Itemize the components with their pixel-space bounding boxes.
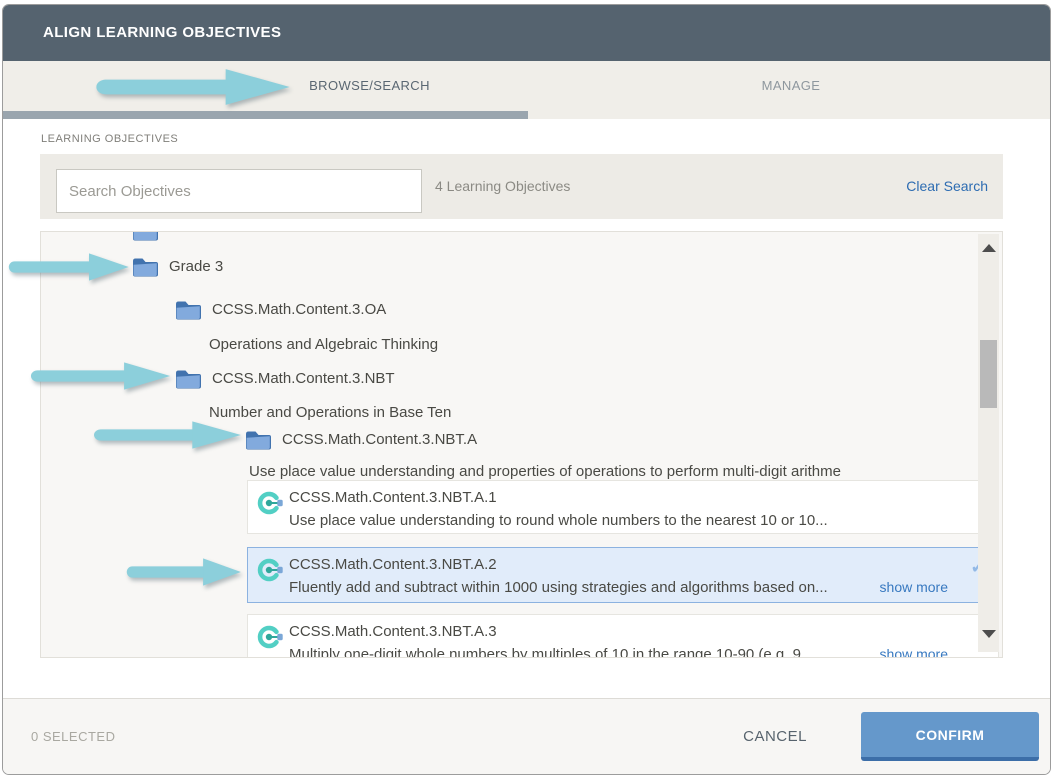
search-band: 4 Learning Objectives Clear Search xyxy=(40,154,1003,219)
tab-bar: BROWSE/SEARCH MANAGE xyxy=(3,61,1050,119)
tree-node-label: CCSS.Math.Content.3.NBT xyxy=(212,370,395,387)
scrollbar[interactable] xyxy=(978,234,999,652)
learning-objective-icon xyxy=(257,557,284,583)
scrollbar-down-arrow[interactable] xyxy=(982,630,996,638)
scrollbar-thumb[interactable] xyxy=(980,340,997,408)
tree-node-nbt[interactable]: CCSS.Math.Content.3.NBT xyxy=(175,367,395,390)
objective-card-nbta3[interactable]: CCSS.Math.Content.3.NBT.A.3 Multiply one… xyxy=(247,614,999,658)
search-input[interactable] xyxy=(56,169,422,213)
objective-description: Multiply one-digit whole numbers by mult… xyxy=(289,646,838,658)
show-more-link[interactable]: show more xyxy=(880,646,948,658)
folder-icon xyxy=(175,298,202,321)
cancel-button[interactable]: CANCEL xyxy=(743,699,807,775)
show-more-link[interactable]: show more xyxy=(880,579,948,595)
tree-node-label: CCSS.Math.Content.3.OA xyxy=(212,301,386,318)
tab-browse-search-label: BROWSE/SEARCH xyxy=(309,78,430,93)
objective-card-nbta1[interactable]: CCSS.Math.Content.3.NBT.A.1 Use place va… xyxy=(247,480,999,534)
folder-icon xyxy=(175,367,202,390)
tree-node-label: CCSS.Math.Content.3.NBT.A xyxy=(282,431,477,448)
scrollbar-up-arrow[interactable] xyxy=(982,244,996,252)
selected-count: 0 SELECTED xyxy=(31,699,115,775)
folder-icon xyxy=(132,255,159,278)
active-tab-underline xyxy=(3,111,528,119)
tab-manage[interactable]: MANAGE xyxy=(530,61,1051,111)
dialog-title: ALIGN LEARNING OBJECTIVES xyxy=(43,5,281,61)
learning-objective-icon xyxy=(257,490,284,516)
folder-icon xyxy=(132,231,159,247)
objective-card-nbta2[interactable]: CCSS.Math.Content.3.NBT.A.2 Fluently add… xyxy=(247,547,999,603)
tree-node-nbta[interactable]: CCSS.Math.Content.3.NBT.A xyxy=(245,428,477,451)
objective-code: CCSS.Math.Content.3.NBT.A.2 xyxy=(289,556,497,573)
tree-node-description: Use place value understanding and proper… xyxy=(249,463,997,480)
dialog-footer: 0 SELECTED CANCEL CONFIRM xyxy=(3,698,1050,774)
section-label: LEARNING OBJECTIVES xyxy=(41,133,178,145)
dialog-header: ALIGN LEARNING OBJECTIVES xyxy=(3,5,1050,61)
tree-node-grade-3[interactable]: Grade 3 xyxy=(132,255,223,278)
tree-node-label: Grade 3 xyxy=(169,258,223,275)
confirm-button[interactable]: CONFIRM xyxy=(861,712,1039,761)
learning-objective-icon xyxy=(257,624,284,650)
folder-icon xyxy=(245,428,272,451)
objective-code: CCSS.Math.Content.3.NBT.A.1 xyxy=(289,489,497,506)
results-count: 4 Learning Objectives xyxy=(435,154,570,219)
tree-node-description: Number and Operations in Base Ten xyxy=(209,404,451,421)
tree-node-oa[interactable]: CCSS.Math.Content.3.OA xyxy=(175,298,386,321)
objective-description: Use place value understanding to round w… xyxy=(289,512,828,529)
align-objectives-dialog: ALIGN LEARNING OBJECTIVES BROWSE/SEARCH … xyxy=(2,4,1051,775)
objective-description: Fluently add and subtract within 1000 us… xyxy=(289,579,838,596)
tab-manage-label: MANAGE xyxy=(762,78,821,93)
clear-search-link[interactable]: Clear Search xyxy=(906,154,988,219)
tree-node-description: Operations and Algebraic Thinking xyxy=(209,336,438,353)
tab-browse-search[interactable]: BROWSE/SEARCH xyxy=(3,61,530,111)
objectives-tree: Grade 3 CCSS.Math.Content.3.OA Operation… xyxy=(40,231,1003,658)
objective-code: CCSS.Math.Content.3.NBT.A.3 xyxy=(289,623,497,640)
